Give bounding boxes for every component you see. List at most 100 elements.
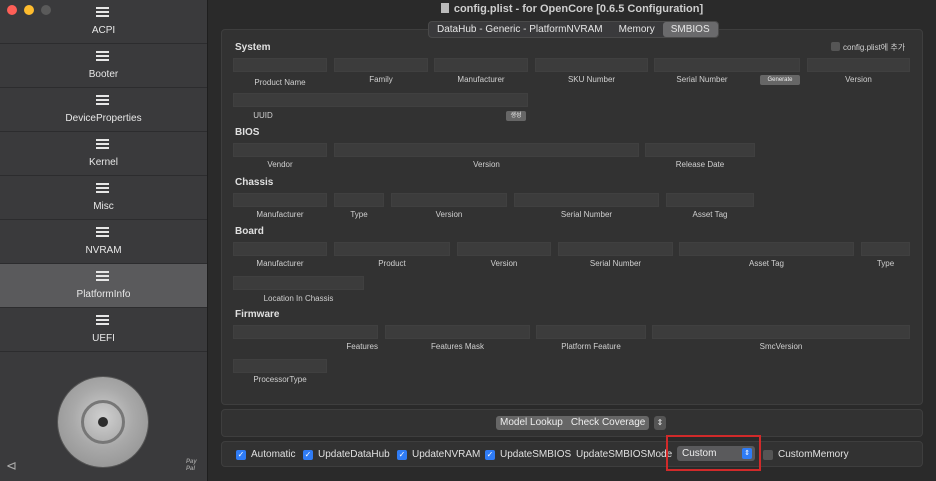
- board-serial-field[interactable]: [558, 242, 673, 256]
- checkbox-checked-icon[interactable]: ✓: [303, 449, 313, 460]
- custom-memory-label: CustomMemory: [778, 449, 849, 460]
- share-icon[interactable]: ⊲: [6, 458, 17, 474]
- update-datahub-option[interactable]: ✓ UpdateDataHub: [303, 449, 390, 460]
- location-in-chassis-field[interactable]: [233, 276, 364, 290]
- list-icon: [96, 227, 109, 238]
- highlight-annotation: [666, 435, 761, 471]
- options-bar: ✓ Automatic ✓ UpdateDataHub ✓ UpdateNVRAM ✓…: [221, 441, 923, 467]
- smbios-panel: System config.plist에 추가 Product Name Fam…: [221, 29, 923, 405]
- sidebar-item-acpi[interactable]: ACPI: [0, 0, 207, 44]
- section-heading-chassis: Chassis: [235, 177, 274, 188]
- update-smbios-option[interactable]: ✓ UpdateSMBIOS: [485, 449, 571, 460]
- chassis-asset-tag-field[interactable]: [666, 193, 754, 207]
- list-icon: [96, 95, 109, 106]
- board-manufacturer-field[interactable]: [233, 242, 327, 256]
- sidebar-item-booter[interactable]: Booter: [0, 44, 207, 88]
- system-serial-field[interactable]: [654, 58, 800, 72]
- chassis-serial-field[interactable]: [514, 193, 659, 207]
- tab-datahub[interactable]: DataHub - Generic - PlatformNVRAM: [429, 22, 611, 37]
- chassis-manufacturer-field[interactable]: [233, 193, 327, 207]
- sidebar-item-label: DeviceProperties: [65, 113, 142, 124]
- system-serial-label: Serial Number: [676, 75, 728, 84]
- location-in-chassis-label: Location In Chassis: [263, 294, 334, 303]
- add-to-config-checkbox[interactable]: [831, 42, 840, 51]
- board-product-label: Product: [378, 259, 406, 268]
- generate-serial-button[interactable]: Generate: [760, 75, 800, 85]
- system-version-field[interactable]: [807, 58, 910, 72]
- board-product-field[interactable]: [334, 242, 450, 256]
- window-title: config.plist - for OpenCore [0.6.5 Confi…: [453, 3, 704, 15]
- uuid-label: UUID: [253, 111, 273, 120]
- sidebar-item-kernel[interactable]: Kernel: [0, 132, 207, 176]
- check-coverage-button[interactable]: Check Coverage: [571, 416, 645, 430]
- checkbox-checked-icon[interactable]: ✓: [236, 449, 246, 460]
- list-icon: [96, 51, 109, 62]
- firmware-features-mask-label: Features Mask: [431, 342, 484, 351]
- paypal-logo[interactable]: Pay Pal: [186, 459, 197, 473]
- firmware-features-mask-field[interactable]: [385, 325, 530, 339]
- tab-memory[interactable]: Memory: [611, 22, 663, 37]
- chassis-type-label: Type: [350, 210, 368, 219]
- family-label: Family: [369, 75, 393, 84]
- board-manufacturer-label: Manufacturer: [256, 259, 304, 268]
- sidebar-item-label: ACPI: [91, 25, 116, 36]
- board-version-label: Version: [490, 259, 518, 268]
- generate-uuid-button[interactable]: 생성: [506, 111, 526, 121]
- chassis-manufacturer-label: Manufacturer: [256, 210, 304, 219]
- smbios-mode-label: UpdateSMBIOSMode: [576, 449, 673, 460]
- lookup-bar: Model Lookup Check Coverage ⇕: [221, 409, 923, 437]
- chassis-version-field[interactable]: [391, 193, 507, 207]
- update-nvram-option[interactable]: ✓ UpdateNVRAM: [397, 449, 480, 460]
- window-title-wrap: config.plist - for OpenCore [0.6.5 Confi…: [208, 3, 936, 15]
- platform-feature-field[interactable]: [536, 325, 646, 339]
- checkbox-unchecked-icon[interactable]: [763, 449, 773, 460]
- chassis-asset-tag-label: Asset Tag: [692, 210, 728, 219]
- model-lookup-button[interactable]: Model Lookup: [500, 416, 563, 430]
- processor-type-label: ProcessorType: [253, 375, 307, 384]
- smc-version-field[interactable]: [652, 325, 910, 339]
- board-type-field[interactable]: [861, 242, 910, 256]
- update-nvram-label: UpdateNVRAM: [412, 449, 481, 460]
- system-version-label: Version: [845, 75, 872, 84]
- sidebar-item-label: PlatformInfo: [76, 289, 131, 300]
- custom-memory-option[interactable]: CustomMemory: [763, 449, 849, 460]
- sidebar-item-platforminfo[interactable]: PlatformInfo: [0, 264, 207, 308]
- sidebar-item-nvram[interactable]: NVRAM: [0, 220, 207, 264]
- sidebar-item-label: Misc: [93, 201, 114, 212]
- automatic-option[interactable]: ✓ Automatic: [236, 449, 295, 460]
- product-name-field[interactable]: [233, 58, 327, 72]
- sidebar-item-misc[interactable]: Misc: [0, 176, 207, 220]
- sidebar-item-deviceproperties[interactable]: DeviceProperties: [0, 88, 207, 132]
- chassis-type-field[interactable]: [334, 193, 384, 207]
- system-manufacturer-field[interactable]: [434, 58, 528, 72]
- board-version-field[interactable]: [457, 242, 551, 256]
- bios-release-date-field[interactable]: [645, 143, 755, 157]
- firmware-features-label: Features: [346, 342, 378, 351]
- list-icon: [96, 183, 109, 194]
- board-serial-label: Serial Number: [589, 259, 642, 268]
- checkbox-checked-icon[interactable]: ✓: [397, 449, 407, 460]
- automatic-label: Automatic: [251, 449, 296, 460]
- sidebar-item-uefi[interactable]: UEFI: [0, 308, 207, 352]
- bios-version-field[interactable]: [334, 143, 639, 157]
- product-name-label: Product Name: [254, 78, 306, 87]
- document-icon: [440, 3, 449, 13]
- tab-smbios[interactable]: SMBIOS: [662, 22, 718, 37]
- sku-number-field[interactable]: [535, 58, 648, 72]
- update-datahub-label: UpdateDataHub: [318, 449, 390, 460]
- platform-feature-label: Platform Feature: [561, 342, 621, 351]
- board-asset-tag-field[interactable]: [679, 242, 854, 256]
- opencore-disc-logo: [58, 377, 148, 467]
- sku-number-label: SKU Number: [567, 75, 616, 84]
- model-select-stepper[interactable]: ⇕: [654, 416, 666, 430]
- checkbox-checked-icon[interactable]: ✓: [485, 449, 495, 460]
- sidebar-item-label: NVRAM: [85, 245, 122, 256]
- processor-type-field[interactable]: [233, 359, 327, 373]
- firmware-features-field[interactable]: [233, 325, 378, 339]
- family-field[interactable]: [334, 58, 428, 72]
- bios-vendor-label: Vendor: [267, 160, 293, 169]
- bios-vendor-field[interactable]: [233, 143, 327, 157]
- section-heading-system: System: [235, 42, 271, 53]
- uuid-field[interactable]: [233, 93, 528, 107]
- sidebar-item-label: Booter: [88, 69, 119, 80]
